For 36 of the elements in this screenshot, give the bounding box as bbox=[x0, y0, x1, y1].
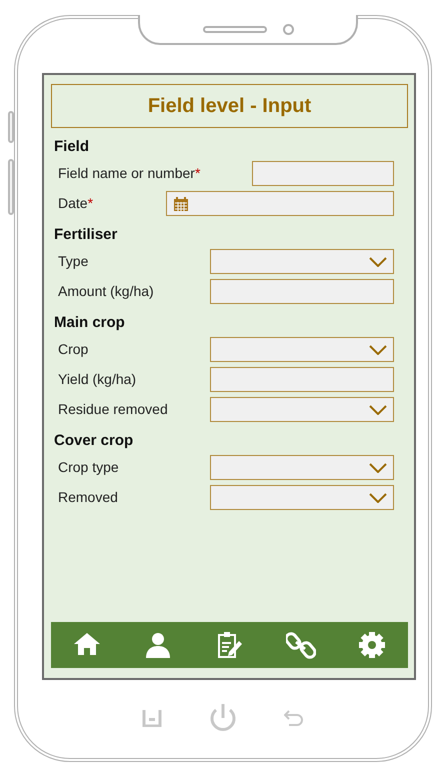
field-label: Removed bbox=[57, 488, 118, 507]
chevron-down-icon bbox=[369, 256, 387, 266]
section-heading: Main crop bbox=[54, 314, 126, 332]
field-label: Crop bbox=[57, 340, 88, 359]
section-heading: Cover crop bbox=[54, 432, 134, 450]
chevron-down-icon bbox=[369, 462, 387, 472]
dropdown-field[interactable] bbox=[210, 337, 394, 362]
field-label: Yield (kg/ha) bbox=[57, 370, 136, 389]
back-icon[interactable] bbox=[284, 710, 304, 726]
dropdown-field[interactable] bbox=[210, 397, 394, 422]
page-title: Field level - Input bbox=[51, 84, 408, 128]
chevron-down-icon bbox=[369, 492, 387, 502]
dropdown-field[interactable] bbox=[210, 249, 394, 274]
power-icon[interactable] bbox=[208, 702, 238, 734]
field-label: Residue removed bbox=[57, 400, 168, 419]
chevron-down-icon bbox=[369, 344, 387, 354]
dropdown-field[interactable] bbox=[210, 455, 394, 480]
field-label: Date* bbox=[57, 194, 94, 213]
section-heading: Field bbox=[54, 138, 90, 156]
date-field[interactable] bbox=[166, 191, 394, 216]
field-label: Crop type bbox=[57, 458, 119, 477]
settings-icon[interactable] bbox=[357, 630, 388, 660]
recent-apps-icon[interactable] bbox=[142, 709, 162, 727]
section-heading: Fertiliser bbox=[54, 226, 118, 244]
field-label: Amount (kg/ha) bbox=[57, 282, 154, 301]
chevron-down-icon bbox=[369, 404, 387, 414]
calendar-icon bbox=[173, 196, 189, 212]
field-label: Type bbox=[57, 252, 88, 271]
input-field[interactable] bbox=[210, 279, 394, 304]
input-field[interactable] bbox=[210, 367, 394, 392]
input-field[interactable] bbox=[252, 161, 394, 186]
camera-icon bbox=[282, 24, 294, 34]
field-label: Field name or number* bbox=[57, 164, 200, 183]
speaker-icon bbox=[202, 26, 266, 32]
dropdown-field[interactable] bbox=[210, 485, 394, 510]
link-icon[interactable] bbox=[286, 630, 316, 660]
